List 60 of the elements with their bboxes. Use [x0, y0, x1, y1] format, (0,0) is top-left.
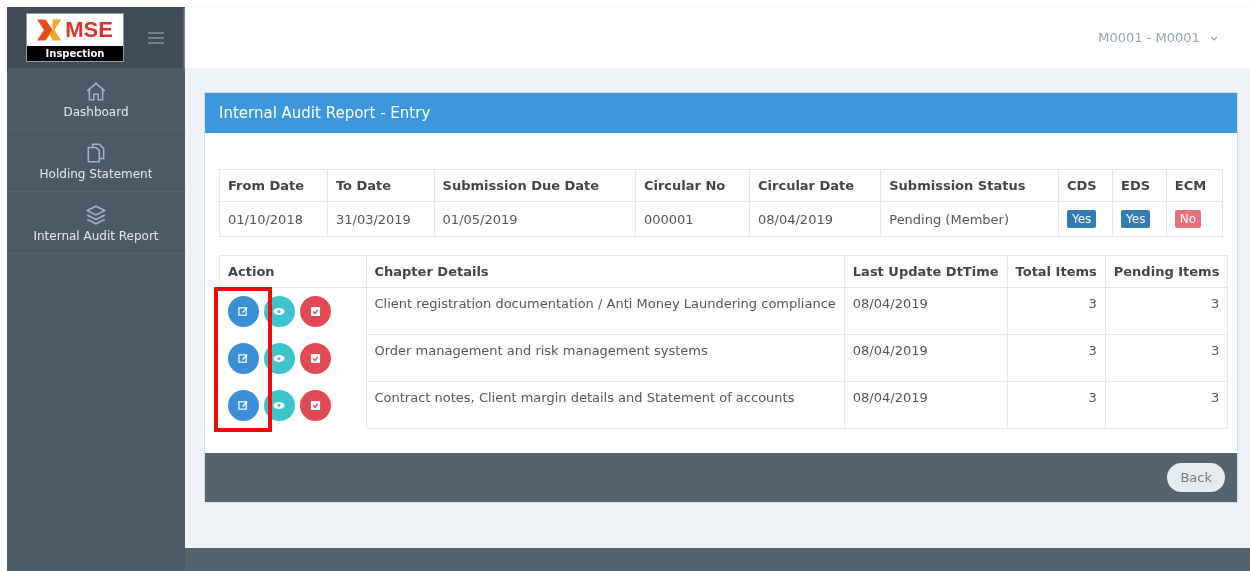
back-button[interactable]: Back [1167, 463, 1225, 492]
submit-button[interactable] [299, 389, 331, 421]
table-cell: 000001 [635, 201, 750, 237]
status-badge: Yes [1121, 210, 1151, 228]
checkbox-icon [309, 352, 321, 364]
eye-icon [273, 400, 285, 410]
logo-text: MSE [65, 17, 113, 43]
status-badge: No [1174, 210, 1202, 228]
column-header: Submission Due Date [434, 169, 636, 202]
edit-icon [237, 352, 249, 364]
layers-icon [85, 204, 107, 226]
table-cell: Client registration documentation / Anti Money Laundering compliance [366, 287, 845, 335]
column-header: Action [219, 255, 366, 288]
logo-subtitle: Inspection [27, 46, 123, 61]
edit-icon [237, 306, 249, 317]
table-cell: 3 [1007, 334, 1106, 382]
table-cell: 3 [1007, 381, 1106, 429]
table-cell: Contract notes, Client margin details and Statement of accounts [366, 381, 845, 429]
table-cell: 08/04/2019 [844, 287, 1008, 335]
status-badge: Yes [1066, 210, 1097, 228]
home-icon [85, 80, 107, 102]
table-cell: 01/05/2019 [434, 201, 636, 237]
table-cell: 3 [1105, 334, 1228, 382]
column-header: ECM [1166, 169, 1223, 202]
column-header: Pending Items [1105, 255, 1228, 288]
edit-icon [237, 399, 249, 411]
column-header: Submission Status [880, 169, 1059, 202]
column-header: Circular No [635, 169, 750, 202]
column-header: Last Update DtTime [844, 255, 1008, 288]
eye-icon [273, 307, 285, 316]
column-header: CDS [1058, 169, 1113, 202]
table-cell: 01/10/2018 [219, 201, 328, 237]
column-header: EDS [1112, 169, 1167, 202]
table-cell: 3 [1007, 287, 1106, 335]
table-cell: 08/04/2019 [749, 201, 881, 237]
checkbox-icon [309, 306, 321, 317]
table-cell: 08/04/2019 [844, 334, 1008, 382]
checkbox-icon [309, 399, 321, 411]
table-cell: Order management and risk management systems [366, 334, 845, 382]
edit-button[interactable] [227, 342, 259, 374]
column-header: Chapter Details [366, 255, 845, 288]
documents-icon [85, 142, 107, 164]
column-header: From Date [219, 169, 328, 202]
edit-button[interactable] [227, 389, 259, 421]
table-cell: Pending (Member) [880, 201, 1059, 237]
eye-icon [273, 353, 285, 363]
table-cell: 3 [1105, 381, 1228, 429]
submit-button[interactable] [299, 296, 331, 327]
table-cell: 08/04/2019 [844, 381, 1008, 429]
panel-title: Internal Audit Report - Entry [205, 93, 1237, 133]
table-cell: 31/03/2019 [327, 201, 435, 237]
submit-button[interactable] [299, 342, 331, 374]
x-logo-icon [37, 19, 64, 41]
table-cell: 3 [1105, 287, 1228, 335]
chevron-down-icon [1210, 36, 1218, 41]
edit-button[interactable] [227, 296, 259, 327]
column-header: Circular Date [749, 169, 881, 202]
menu-icon[interactable] [148, 31, 164, 44]
column-header: Total Items [1007, 255, 1106, 288]
column-header: To Date [327, 169, 435, 202]
